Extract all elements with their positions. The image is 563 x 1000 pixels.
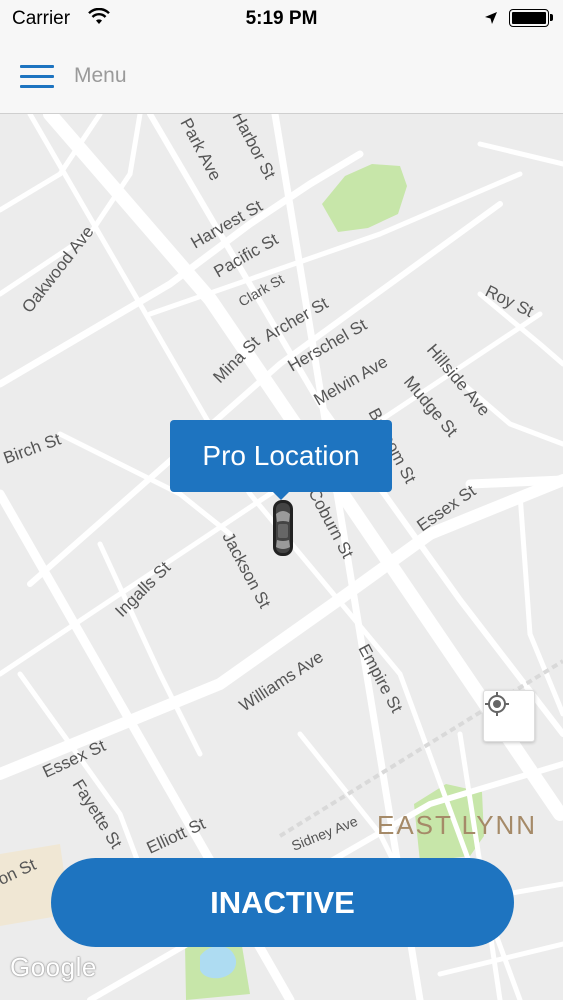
google-attribution: Google [10,952,97,982]
street-label: Ingalls St [111,558,174,621]
street-label: Sidney Ave [289,813,360,854]
street-label: Jackson St [218,529,274,612]
street-label: Williams Ave [236,647,327,715]
menu-button[interactable]: Menu [20,56,127,96]
menu-label: Menu [74,64,127,87]
street-label: Birch St [1,429,64,467]
location-arrow-icon [484,11,498,30]
street-label: Union St [0,855,39,900]
battery-icon [509,9,553,27]
street-label: Oakwood Ave [18,222,97,316]
street-label: Mina St [209,332,263,386]
street-label: Coburn St [304,485,357,562]
my-location-button[interactable] [483,690,535,742]
street-label: Empire St [354,641,406,716]
street-label: Roy St [482,282,536,322]
status-bar: Carrier 5:19 PM [0,0,563,38]
street-label: Park Ave [176,115,225,184]
status-toggle-button[interactable]: INACTIVE [51,858,514,947]
clock: 5:19 PM [245,8,318,29]
street-label: Essex St [40,736,109,782]
pro-location-callout[interactable]: Pro Location [170,420,392,500]
street-label: Fayette St [69,776,126,852]
nav-bar: Menu [0,38,563,114]
street-label: Essex St [413,481,479,535]
hamburger-icon[interactable] [20,63,56,89]
district-label: EAST LYNN [377,810,538,840]
street-label: Elliott St [144,814,209,858]
street-label: Harbor St [228,114,279,182]
street-label: Clark St [236,271,287,310]
street-label: Melvin Ave [311,352,391,409]
